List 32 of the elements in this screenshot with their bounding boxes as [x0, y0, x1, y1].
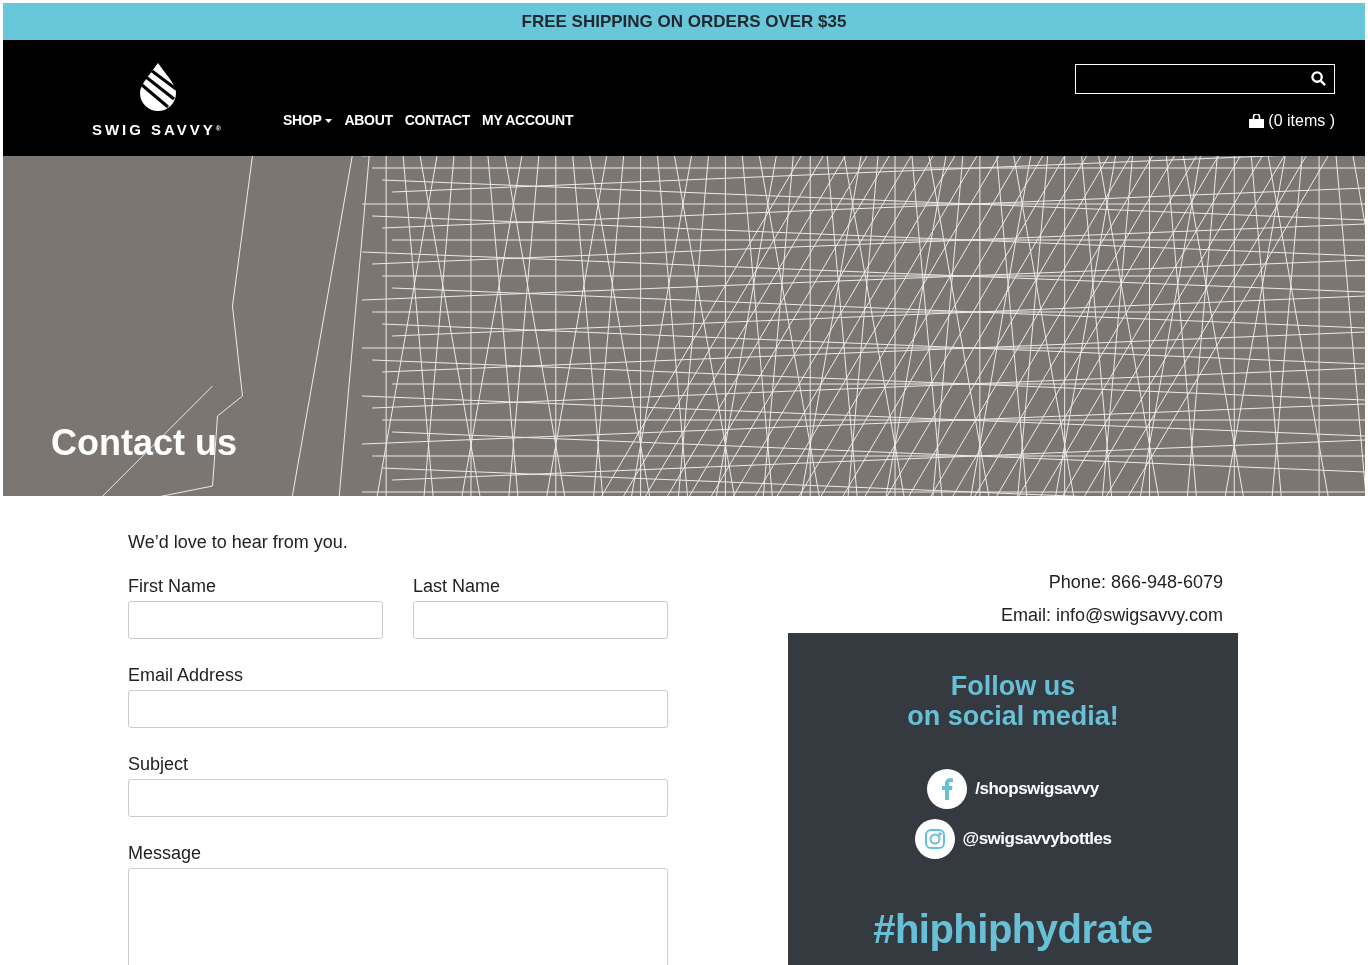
field-label: First Name	[128, 575, 217, 597]
nav-link[interactable]: MY ACCOUNT	[482, 110, 574, 131]
input-field[interactable]	[128, 779, 668, 817]
field-label: Email Address	[128, 664, 245, 686]
social-handle-link[interactable]: @swigsavvybottles	[962, 826, 1112, 852]
phone-text: Phone: 866-948-6079	[1048, 571, 1223, 594]
field-label: Subject	[128, 753, 190, 775]
email-text: Email: info@swigsavvy.com	[1001, 604, 1223, 627]
brand-logo-text[interactable]: SWIG SAVVY$^{®}$	[91, 118, 225, 142]
social-handle-link[interactable]: /shopswigsavvy	[975, 776, 1099, 802]
message-field[interactable]	[128, 868, 668, 965]
droplet-logo-icon	[138, 62, 178, 111]
nav-link[interactable]: CONTACT	[404, 110, 471, 131]
field-label: Last Name	[413, 575, 502, 597]
announcement-bar: FREE SHIPPING ON ORDERS OVER $35	[3, 3, 1365, 40]
search-icon	[1311, 71, 1326, 86]
instagram-icon[interactable]	[914, 819, 955, 859]
cart-link[interactable]: (0 items )	[1268, 108, 1335, 133]
facebook-icon[interactable]	[927, 769, 968, 809]
intro-text: We’d love to hear from you.	[128, 531, 349, 554]
input-field[interactable]	[128, 690, 668, 728]
search-field[interactable]	[1075, 63, 1335, 94]
hero-title: Contact us	[51, 421, 237, 465]
caret-icon	[325, 118, 333, 123]
nav-link[interactable]: SHOP	[283, 110, 333, 131]
field-label: Message	[128, 842, 203, 864]
social-heading: Follow us on social media!	[907, 671, 1119, 731]
shopping-bag-icon	[1249, 113, 1265, 128]
input-field[interactable]	[128, 601, 383, 639]
input-field[interactable]	[413, 601, 668, 639]
hashtag-text: #hiphiphydrate	[873, 906, 1153, 953]
nav-link[interactable]: ABOUT	[344, 110, 393, 131]
